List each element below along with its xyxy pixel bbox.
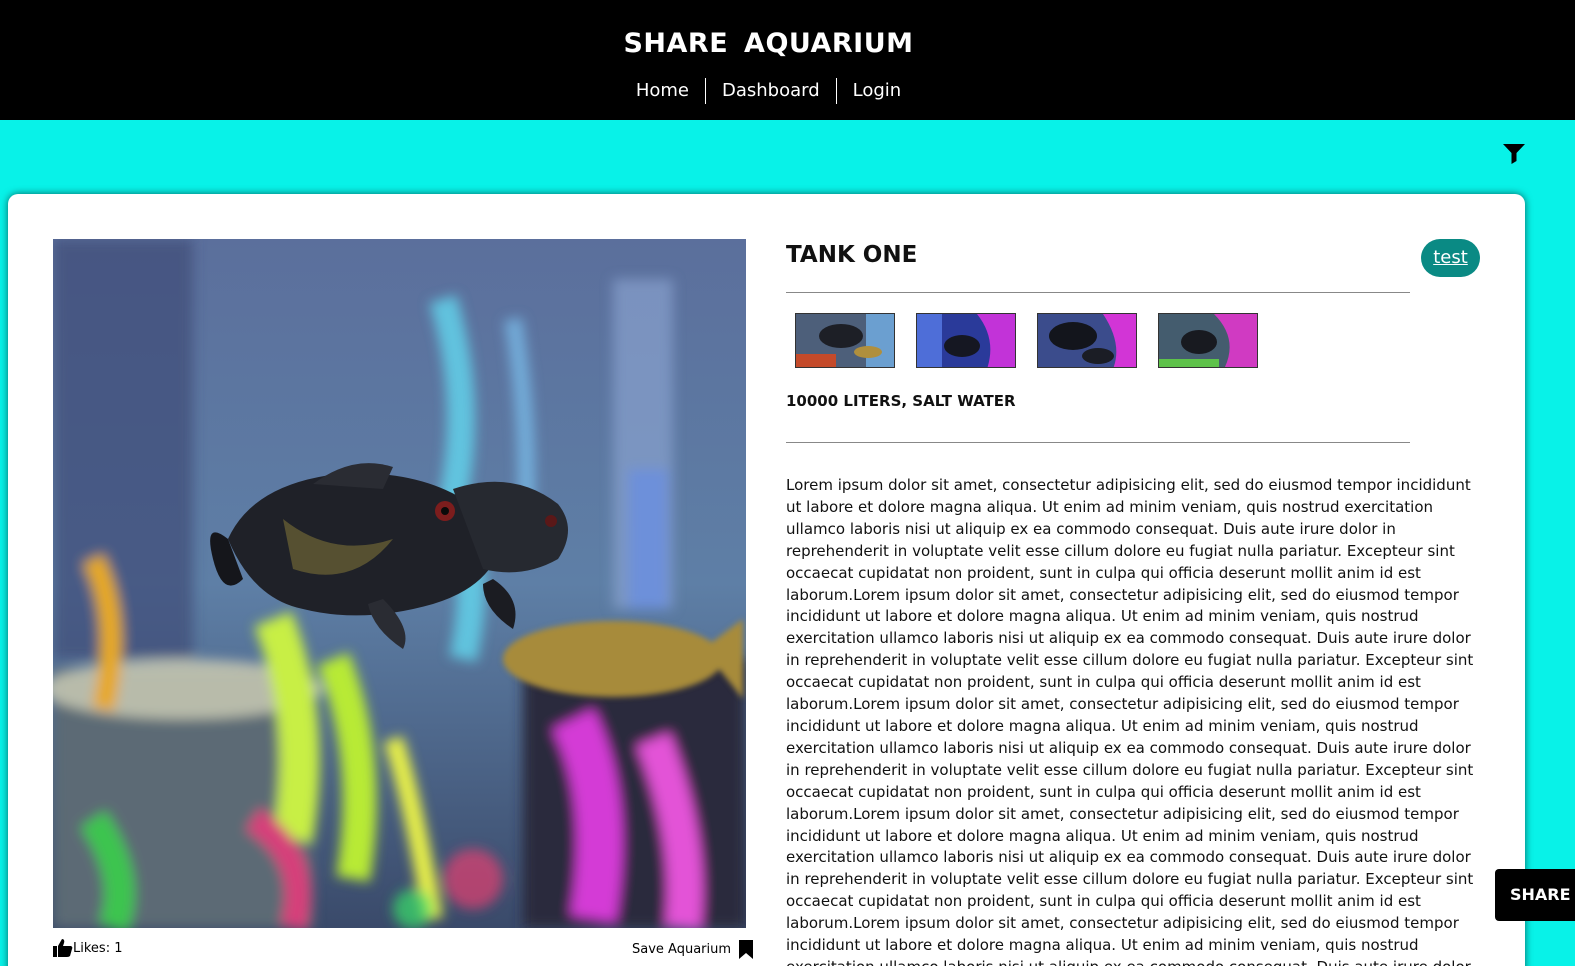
- save-aquarium-button[interactable]: Save Aquarium: [632, 940, 754, 959]
- share-aquarium-tab[interactable]: SHARE Y: [1495, 869, 1575, 921]
- bookmark-icon: [739, 940, 754, 959]
- nav-login-link[interactable]: Login: [835, 78, 918, 104]
- tank-specs: 10000 LITERS, SALT WATER: [786, 392, 1016, 410]
- site-title: SHARE AQUARIUM: [623, 28, 914, 59]
- top-header: SHARE AQUARIUM Home Dashboard Login: [0, 0, 1575, 120]
- thumbnail-2[interactable]: [916, 313, 1016, 368]
- thumbnail-3[interactable]: [1037, 313, 1137, 368]
- thumbnail-1[interactable]: [795, 313, 895, 368]
- divider: [786, 292, 1410, 293]
- thumbs-up-icon[interactable]: [53, 938, 73, 958]
- save-aquarium-label: Save Aquarium: [632, 942, 732, 957]
- thumbnail-gallery: [795, 313, 1258, 368]
- nav-dashboard-link[interactable]: Dashboard: [704, 78, 836, 104]
- likes-counter: Likes: 1: [53, 938, 122, 958]
- main-aquarium-photo: [53, 239, 746, 928]
- filter-icon[interactable]: [1503, 144, 1525, 164]
- divider: [786, 442, 1410, 443]
- likes-label: Likes: 1: [73, 940, 123, 956]
- aquarium-card: Likes: 1 Save Aquarium TANK ONE test 100…: [8, 194, 1525, 966]
- tank-title: TANK ONE: [786, 242, 918, 268]
- thumbnail-4[interactable]: [1158, 313, 1258, 368]
- owner-user-tag[interactable]: test: [1421, 239, 1480, 277]
- nav-home-link[interactable]: Home: [620, 78, 705, 104]
- tank-description: Lorem ipsum dolor sit amet, consectetur …: [786, 476, 1474, 966]
- main-nav: Home Dashboard Login: [0, 78, 1537, 104]
